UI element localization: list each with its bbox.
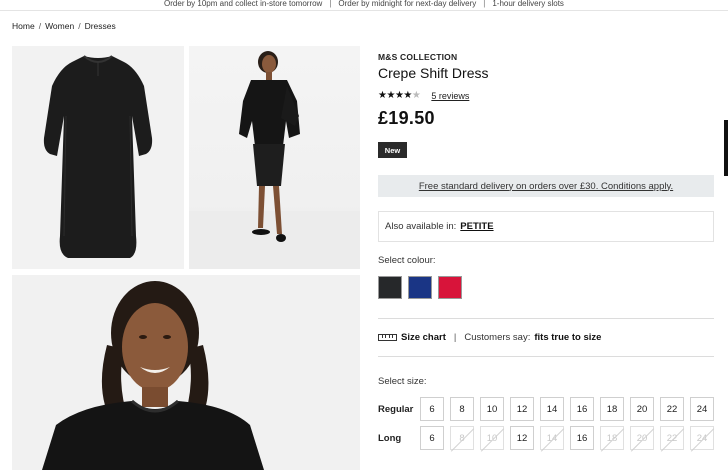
portrait-illustration xyxy=(42,281,264,470)
petite-link[interactable]: PETITE xyxy=(460,221,493,232)
size-option-6[interactable]: 6 xyxy=(420,426,444,450)
customers-say-label: Customers say: xyxy=(464,332,531,343)
colour-label: Select colour: xyxy=(378,255,436,266)
availability-prefix: Also available in: xyxy=(385,221,457,232)
size-info-separator: | xyxy=(453,332,457,343)
size-row-label: Regular xyxy=(378,403,414,415)
size-option-16[interactable]: 16 xyxy=(570,426,594,450)
promo-item: Order by 10pm and collect in-store tomor… xyxy=(164,0,323,8)
size-row-regular: Regular 6 8 10 12 14 16 18 20 22 24 xyxy=(378,397,714,421)
size-option-18[interactable]: 18 xyxy=(600,397,624,421)
breadcrumb-dresses[interactable]: Dresses xyxy=(85,21,116,31)
breadcrumb-separator: / xyxy=(78,21,81,31)
size-option-12[interactable]: 12 xyxy=(510,426,534,450)
brand-name: M&S COLLECTION xyxy=(378,52,458,62)
size-option-10[interactable]: 10 xyxy=(480,397,504,421)
size-options: 6 8 10 12 14 16 18 20 22 24 xyxy=(420,426,714,450)
size-option-14[interactable]: 14 xyxy=(540,397,564,421)
promo-bar: Order by 10pm and collect in-store tomor… xyxy=(0,0,728,11)
colour-swatch-navy[interactable] xyxy=(408,276,432,299)
colour-swatches xyxy=(378,276,462,299)
new-badge: New xyxy=(378,142,407,158)
divider xyxy=(378,356,714,357)
dress-illustration xyxy=(43,55,153,258)
model-portrait-photo[interactable] xyxy=(12,275,360,470)
model-illustration xyxy=(189,51,360,269)
star-icon: ★ xyxy=(403,90,412,101)
delivery-info-banner[interactable]: Free standard delivery on orders over £3… xyxy=(378,175,714,197)
size-option-22[interactable]: 22 xyxy=(660,426,684,450)
size-option-6[interactable]: 6 xyxy=(420,397,444,421)
star-empty-icon: ★ xyxy=(411,90,421,101)
product-price: £19.50 xyxy=(378,108,435,128)
star-rating: ★★★★★ xyxy=(378,90,421,101)
reviews-link[interactable]: 5 reviews xyxy=(431,91,469,101)
breadcrumb-separator: / xyxy=(38,21,42,31)
fit-value: fits true to size xyxy=(534,332,602,343)
size-option-20[interactable]: 20 xyxy=(630,397,654,421)
size-option-8[interactable]: 8 xyxy=(450,397,474,421)
availability-box: Also available in: PETITE xyxy=(378,211,714,242)
promo-item: Order by midnight for next-day delivery xyxy=(338,0,477,8)
colour-swatch-red[interactable] xyxy=(438,276,462,299)
size-options: 6 8 10 12 14 16 18 20 22 24 xyxy=(420,397,714,421)
size-option-16[interactable]: 16 xyxy=(570,397,594,421)
size-option-14[interactable]: 14 xyxy=(540,426,564,450)
promo-item: 1-hour delivery slots xyxy=(492,0,564,8)
dress-flat-front-photo[interactable] xyxy=(12,46,184,269)
divider xyxy=(378,318,714,319)
page-edge-bar xyxy=(724,120,728,176)
size-option-22[interactable]: 22 xyxy=(660,397,684,421)
size-option-20[interactable]: 20 xyxy=(630,426,654,450)
size-chart-link[interactable]: Size chart xyxy=(401,332,446,343)
breadcrumb: Home / Women / Dresses xyxy=(12,21,116,31)
rating-row: ★★★★★ 5 reviews xyxy=(378,90,469,101)
size-option-24[interactable]: 24 xyxy=(690,426,714,450)
size-chart-row: Size chart | Customers say: fits true to… xyxy=(378,332,601,343)
size-option-24[interactable]: 24 xyxy=(690,397,714,421)
size-row-label: Long xyxy=(378,432,402,444)
size-option-10[interactable]: 10 xyxy=(480,426,504,450)
product-title: Crepe Shift Dress xyxy=(378,65,489,81)
size-option-8[interactable]: 8 xyxy=(450,426,474,450)
breadcrumb-women[interactable]: Women xyxy=(45,21,74,31)
promo-separator: | xyxy=(329,0,332,8)
ruler-icon xyxy=(378,334,397,341)
size-option-12[interactable]: 12 xyxy=(510,397,534,421)
promo-separator: | xyxy=(483,0,486,8)
breadcrumb-home[interactable]: Home xyxy=(12,21,35,31)
size-row-long: Long 6 8 10 12 14 16 18 20 22 24 xyxy=(378,426,714,450)
model-full-length-photo[interactable] xyxy=(189,46,360,269)
size-label: Select size: xyxy=(378,376,427,387)
colour-swatch-black[interactable] xyxy=(378,276,402,299)
size-option-18[interactable]: 18 xyxy=(600,426,624,450)
star-icon: ★ xyxy=(386,90,395,101)
